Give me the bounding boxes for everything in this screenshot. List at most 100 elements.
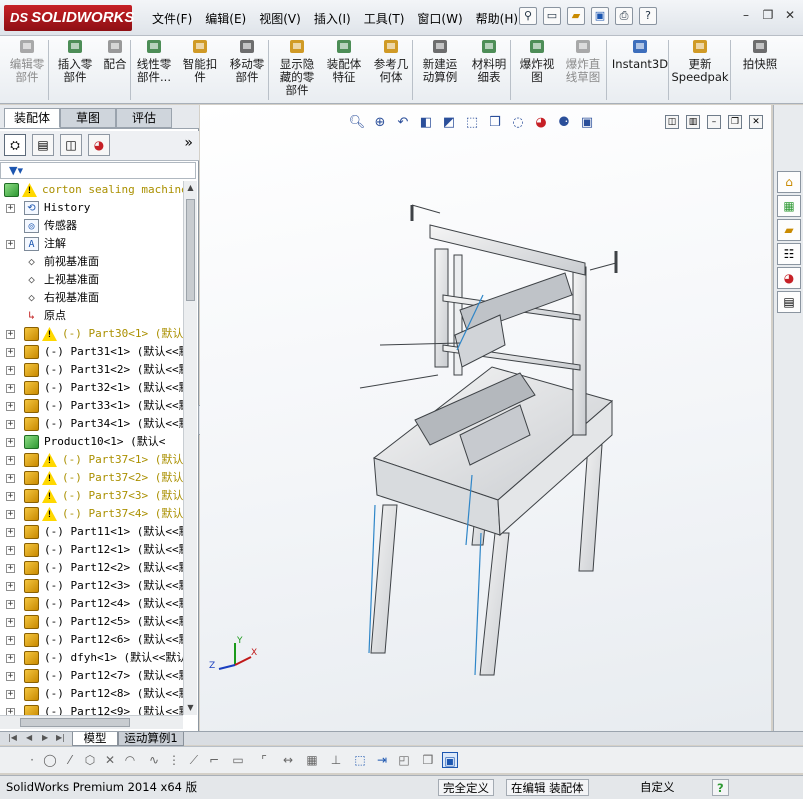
linear-pattern-button[interactable]: 线性零 部件... <box>132 38 176 84</box>
tree-node[interactable]: +! (-) Part37<1> (默认< <box>0 451 183 469</box>
tree-node[interactable]: +! (-) Part37<2> (默认< <box>0 469 183 487</box>
tree-node[interactable]: + (-) Part12<7> (默认<<默 <box>0 667 183 685</box>
expand-toggle-icon[interactable]: + <box>6 384 15 393</box>
reference-geometry-button[interactable]: 参考几 何体 <box>368 38 414 84</box>
tab-motion-study[interactable]: 运动算例1 <box>118 732 184 746</box>
circle-icon[interactable]: ◯ <box>42 752 58 768</box>
tree-node[interactable]: + (-) Part12<5> (默认<<默 <box>0 613 183 631</box>
tree-node[interactable]: + (-) Part34<1> (默认<<默 <box>0 415 183 433</box>
tree-node[interactable]: + (-) Part12<4> (默认<<默 <box>0 595 183 613</box>
tab-sketch[interactable]: 草图 <box>60 108 116 128</box>
expand-toggle-icon[interactable]: + <box>6 708 15 715</box>
expand-toggle-icon[interactable]: + <box>6 240 15 249</box>
tree-node[interactable]: ↳ 原点 <box>0 307 183 325</box>
menu-item-4[interactable]: 工具(T) <box>364 10 405 27</box>
expand-toggle-icon[interactable]: + <box>6 672 15 681</box>
expand-panel-icon[interactable]: » <box>184 135 193 151</box>
save-icon[interactable]: ▣ <box>591 7 609 25</box>
tree-node[interactable]: + ⟲ History <box>0 199 183 217</box>
expand-toggle-icon[interactable]: + <box>6 366 15 375</box>
tab-model[interactable]: 模型 <box>72 732 118 746</box>
display-box-icon[interactable]: ◰ <box>396 752 412 768</box>
menu-item-0[interactable]: 文件(F) <box>152 10 192 27</box>
pin-icon[interactable]: ⚲ <box>519 7 537 25</box>
sketch-chamfer-icon[interactable]: ⌜ <box>256 752 272 768</box>
open-folder-icon[interactable]: ▰ <box>567 7 585 25</box>
expand-toggle-icon[interactable]: + <box>6 348 15 357</box>
tree-node[interactable]: ◎ 传感器 <box>0 217 183 235</box>
units-status[interactable]: 自定义 <box>636 779 679 796</box>
expand-toggle-icon[interactable]: + <box>6 600 15 609</box>
tree-node[interactable]: + A 注解 <box>0 235 183 253</box>
explode-line-sketch-button[interactable]: 爆炸直 线草图 <box>560 38 606 84</box>
tree-node[interactable]: + (-) Part12<9> (默认<<默 <box>0 703 183 715</box>
new-document-icon[interactable]: ▭ <box>543 7 561 25</box>
expand-toggle-icon[interactable]: + <box>6 636 15 645</box>
insert-component-button[interactable]: 插入零 部件 <box>52 38 98 84</box>
minimize-icon[interactable]: – <box>739 8 753 22</box>
3d-sketch-icon[interactable]: ⬚ <box>352 752 368 768</box>
custom-properties-icon[interactable]: ▤ <box>777 291 801 313</box>
machine-model[interactable] <box>200 105 771 731</box>
expand-toggle-icon[interactable]: + <box>6 204 15 213</box>
mate-button[interactable]: 配合 <box>100 38 130 71</box>
expand-toggle-icon[interactable]: + <box>6 618 15 627</box>
next-tab-icon[interactable]: ▶ <box>42 733 48 742</box>
relations-icon[interactable]: ⊥ <box>328 752 344 768</box>
expand-toggle-icon[interactable]: + <box>6 654 15 663</box>
new-motion-study-button[interactable]: 新建运 动算例 <box>416 38 464 84</box>
tree-node[interactable]: ◇ 右视基准面 <box>0 289 183 307</box>
tree-node[interactable]: + (-) Part31<1> (默认<<默 <box>0 343 183 361</box>
mirror-icon[interactable]: ⋮ <box>166 752 182 768</box>
tree-node[interactable]: + (-) Part32<1> (默认<<默 <box>0 379 183 397</box>
last-tab-icon[interactable]: ▶| <box>56 733 65 742</box>
expand-toggle-icon[interactable]: + <box>6 420 15 429</box>
help-status-icon[interactable]: ? <box>712 779 729 796</box>
fillet-icon[interactable]: ⌐ <box>206 752 222 768</box>
menu-item-5[interactable]: 窗口(W) <box>417 10 462 27</box>
expand-toggle-icon[interactable]: + <box>6 330 15 339</box>
menu-item-3[interactable]: 插入(I) <box>314 10 351 27</box>
instant3d-button[interactable]: Instant3D <box>610 38 670 71</box>
solidworks-logo[interactable]: DS SOLIDWORKS <box>4 5 134 31</box>
tree-node[interactable]: + (-) Part11<1> (默认<<默 <box>0 523 183 541</box>
edit-component-button[interactable]: 编辑零 部件 <box>4 38 50 84</box>
tree-vertical-scrollbar[interactable]: ▲ ▼ <box>183 181 197 715</box>
dimension-icon[interactable]: ↔ <box>280 752 296 768</box>
expand-toggle-icon[interactable]: + <box>6 528 15 537</box>
expand-toggle-icon[interactable]: + <box>6 546 15 555</box>
restore-icon[interactable]: ❐ <box>761 8 775 22</box>
move-component-button[interactable]: 移动零 部件 <box>224 38 270 84</box>
tree-node[interactable]: + (-) Part33<1> (默认<<默 <box>0 397 183 415</box>
tree-node[interactable]: + (-) Part31<2> (默认<<默 <box>0 361 183 379</box>
expand-toggle-icon[interactable]: + <box>6 564 15 573</box>
scroll-thumb[interactable] <box>186 199 195 301</box>
polygon-icon[interactable]: ⬡ <box>82 752 98 768</box>
menu-item-6[interactable]: 帮助(H) <box>476 10 518 27</box>
solidworks-resources-icon[interactable]: ⌂ <box>777 171 801 193</box>
tab-evaluate[interactable]: 评估 <box>116 108 172 128</box>
graphics-viewport[interactable]: 🔍︎ ⊕ ↶ ◧ ◩ ⬚ ❒ ◌ ◕ ⚈ ▣ ◫ ▥ – ❐ ✕ Y X Z <box>200 105 771 731</box>
point-icon[interactable]: · <box>24 752 40 768</box>
spline-icon[interactable]: ∿ <box>146 752 162 768</box>
trim-icon[interactable]: ✕ <box>102 752 118 768</box>
expand-toggle-icon[interactable]: + <box>6 438 15 447</box>
print-icon[interactable]: ⎙ <box>615 7 633 25</box>
box-icon[interactable]: ❒ <box>420 752 436 768</box>
tree-horizontal-scrollbar[interactable] <box>0 715 183 729</box>
menu-item-2[interactable]: 视图(V) <box>259 10 301 27</box>
smart-fasteners-button[interactable]: 智能扣件 <box>178 38 222 84</box>
close-icon[interactable]: ✕ <box>783 8 797 22</box>
property-manager-tab-icon[interactable]: ▤ <box>32 134 54 156</box>
appearances-icon[interactable]: ◕ <box>777 267 801 289</box>
expand-toggle-icon[interactable]: + <box>6 690 15 699</box>
expand-toggle-icon[interactable]: + <box>6 474 15 483</box>
first-tab-icon[interactable]: |◀ <box>8 733 17 742</box>
expand-toggle-icon[interactable]: + <box>6 510 15 519</box>
tree-node[interactable]: ◇ 上视基准面 <box>0 271 183 289</box>
tree-node[interactable]: + (-) Part12<6> (默认<<默 <box>0 631 183 649</box>
offset-icon[interactable]: ⟋ <box>186 752 202 768</box>
tree-node[interactable]: ◇ 前视基准面 <box>0 253 183 271</box>
prev-tab-icon[interactable]: ◀ <box>26 733 32 742</box>
tab-assembly[interactable]: 装配体 <box>4 108 60 128</box>
